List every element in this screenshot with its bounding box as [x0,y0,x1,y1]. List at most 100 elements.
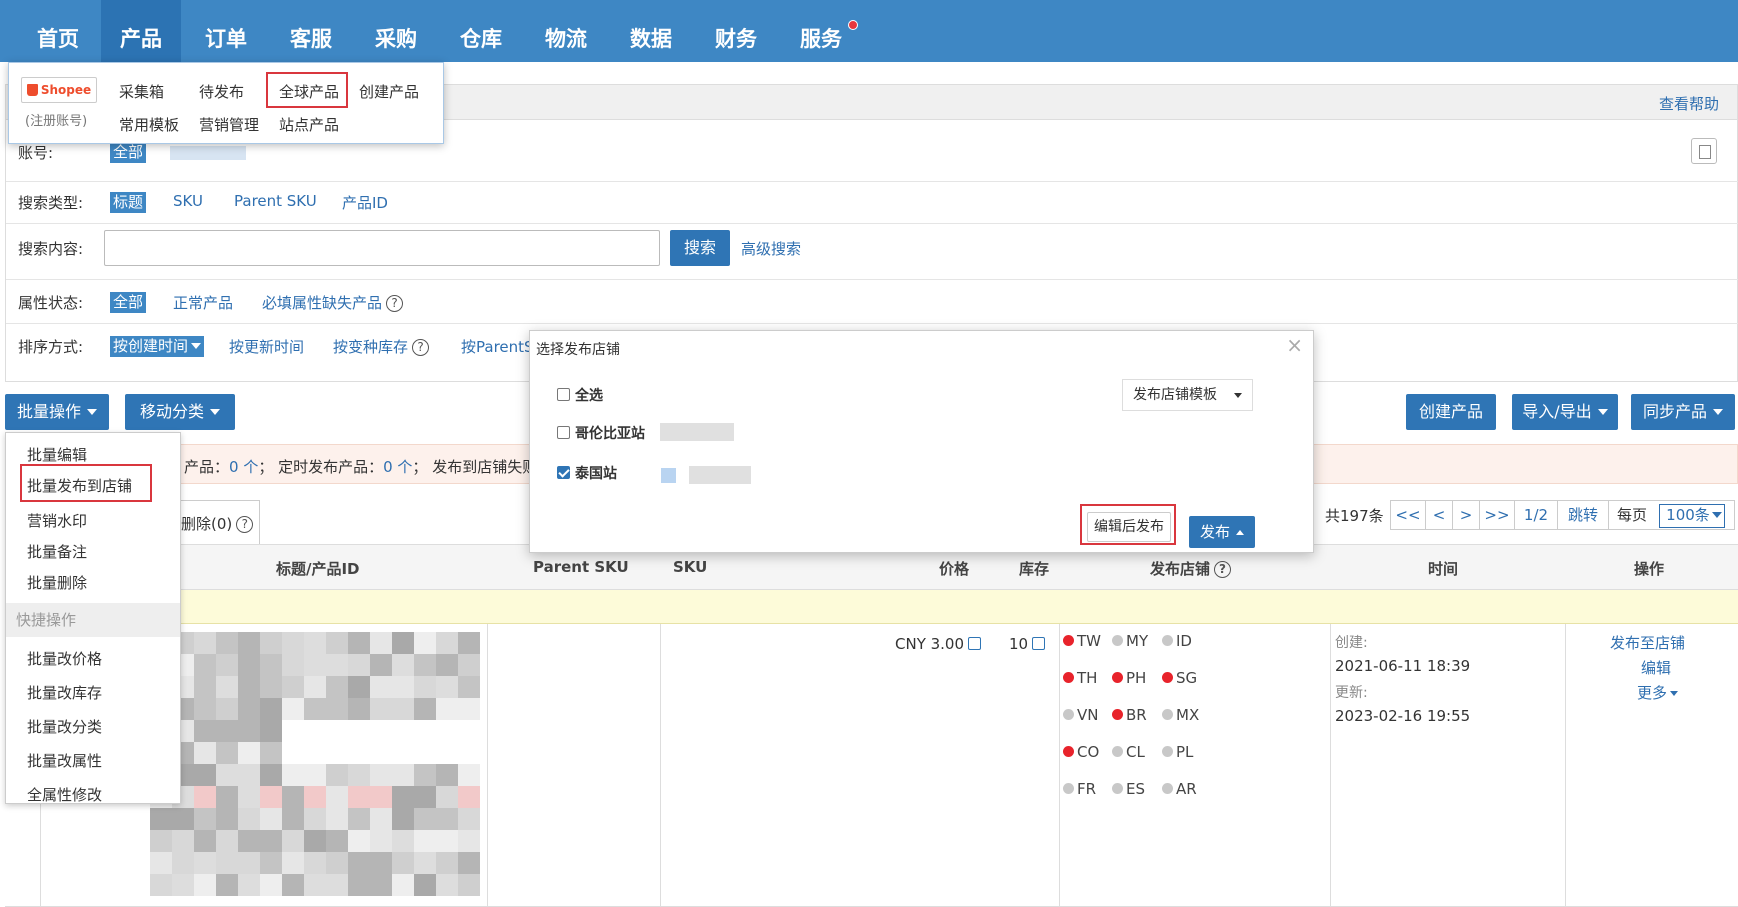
menu-pending-publish[interactable]: 待发布 [199,81,244,102]
search-type-parent-sku[interactable]: Parent SKU [234,192,317,210]
chevron-down-icon [1711,512,1722,518]
per-page-select[interactable]: 100条 [1659,504,1725,528]
site-br[interactable]: BR [1112,706,1147,724]
move-category-label: 移动分类 [139,402,204,421]
attr-status-label: 属性状态: [18,294,84,312]
batch-edit-item[interactable]: 批量编辑 [27,444,87,465]
shop-name-blurred [689,466,751,484]
batch-note-item[interactable]: 批量备注 [27,541,87,562]
all-attributes-item[interactable]: 全属性修改 [27,784,102,805]
help-icon[interactable]: ? [236,516,254,533]
more-link[interactable]: 更多 [1637,682,1679,703]
account-label: 账号: [18,144,54,162]
site-cl[interactable]: CL [1112,743,1145,761]
select-all-checkbox[interactable] [557,388,570,401]
search-content-label: 搜索内容: [18,240,84,258]
select-all-label: 全选 [575,388,603,404]
account-name-blurred [170,146,246,160]
search-type-title[interactable]: 标题 [110,192,147,213]
page-jump-button[interactable]: 跳转 [1557,500,1609,530]
batch-stock-item[interactable]: 批量改库存 [27,682,102,703]
sort-create-chip[interactable]: 按创建时间 [110,336,205,357]
site-ar[interactable]: AR [1162,780,1197,798]
sort-parent-link[interactable]: 按ParentS [461,336,534,357]
nav-logistics[interactable]: 物流 [526,0,606,62]
menu-marketing[interactable]: 营销管理 [199,114,259,135]
attr-all-chip[interactable]: 全部 [110,292,147,313]
site-ph[interactable]: PH [1112,669,1146,687]
nav-services[interactable]: 服务 [781,0,861,62]
search-input[interactable] [104,230,660,266]
status-dot-icon [1112,746,1123,757]
nav-data[interactable]: 数据 [611,0,691,62]
attr-normal-link[interactable]: 正常产品 [173,292,233,313]
site-pl[interactable]: PL [1162,743,1193,761]
advanced-search-link[interactable]: 高级搜索 [741,238,801,259]
nav-purchasing[interactable]: 采购 [356,0,436,62]
help-icon[interactable]: ? [386,295,404,312]
notice-count-1[interactable]: 0 个 [229,458,258,476]
sort-update-link[interactable]: 按更新时间 [229,336,304,357]
edit-stock-icon[interactable] [1032,637,1046,650]
sync-products-button[interactable]: 同步产品 [1631,394,1735,430]
site-th[interactable]: TH [1063,669,1097,687]
collapse-icon[interactable] [1691,138,1717,164]
watermark-item[interactable]: 营销水印 [27,510,87,531]
site-fr[interactable]: FR [1063,780,1096,798]
site-id[interactable]: ID [1162,632,1192,650]
menu-site-products[interactable]: 站点产品 [279,114,339,135]
nav-finance[interactable]: 财务 [696,0,776,62]
batch-category-item[interactable]: 批量改分类 [27,716,102,737]
publish-button[interactable]: 发布 [1189,516,1255,548]
nav-products[interactable]: 产品 [101,0,181,62]
nav-warehouse[interactable]: 仓库 [441,0,521,62]
page-next-button[interactable]: > [1452,500,1480,530]
menu-collect-box[interactable]: 采集箱 [119,81,164,102]
help-icon[interactable]: ? [412,339,430,356]
edit-price-icon[interactable] [968,637,982,650]
site-code: ID [1176,632,1192,650]
batch-operations-label: 批量操作 [16,402,81,421]
create-product-button[interactable]: 创建产品 [1406,394,1496,430]
site-vn[interactable]: VN [1063,706,1098,724]
sort-stock-link[interactable]: 按变种库存? [333,336,430,357]
menu-create-product[interactable]: 创建产品 [359,81,419,102]
close-icon[interactable]: × [1286,333,1303,357]
search-type-product-id[interactable]: 产品ID [342,192,388,213]
col-stock: 库存 [1019,560,1050,578]
nav-customer-service[interactable]: 客服 [271,0,351,62]
batch-operations-button[interactable]: 批量操作 [5,394,109,430]
site-tw[interactable]: TW [1063,632,1101,650]
batch-price-item[interactable]: 批量改价格 [27,648,102,669]
shop-template-select[interactable]: 发布店铺模板 [1122,379,1253,411]
search-type-sku[interactable]: SKU [173,192,203,210]
edit-link[interactable]: 编辑 [1641,657,1671,678]
import-export-button[interactable]: 导入/导出 [1512,394,1618,430]
select-shop-dialog: 选择发布店铺 × 全选 哥伦比亚站 泰国站 发布店铺模板 编辑后发布 发布 [529,330,1314,553]
search-button[interactable]: 搜索 [670,230,730,266]
site-my[interactable]: MY [1112,632,1148,650]
site-sg[interactable]: SG [1162,669,1197,687]
colombia-checkbox[interactable] [557,426,570,439]
help-icon[interactable]: ? [1214,561,1232,578]
site-es[interactable]: ES [1112,780,1145,798]
account-all-chip[interactable]: 全部 [110,142,147,163]
menu-templates[interactable]: 常用模板 [119,114,179,135]
notice-count-2[interactable]: 0 个 [383,458,412,476]
move-category-button[interactable]: 移动分类 [125,394,235,430]
batch-attribute-item[interactable]: 批量改属性 [27,750,102,771]
page-last-button[interactable]: >> [1479,500,1515,530]
site-code: VN [1077,706,1099,724]
page-first-button[interactable]: << [1390,500,1426,530]
site-co[interactable]: CO [1063,743,1099,761]
thailand-checkbox[interactable] [557,466,570,479]
page-prev-button[interactable]: < [1425,500,1453,530]
batch-delete-item[interactable]: 批量删除 [27,572,87,593]
attr-missing-link[interactable]: 必填属性缺失产品? [262,292,404,313]
help-link[interactable]: 查看帮助 [1659,93,1719,114]
nav-home[interactable]: 首页 [18,0,98,62]
publish-to-shop-link[interactable]: 发布至店铺 [1610,632,1685,653]
nav-orders[interactable]: 订单 [186,0,266,62]
sort-stock-text: 按变种库存 [333,338,409,356]
site-mx[interactable]: MX [1162,706,1199,724]
